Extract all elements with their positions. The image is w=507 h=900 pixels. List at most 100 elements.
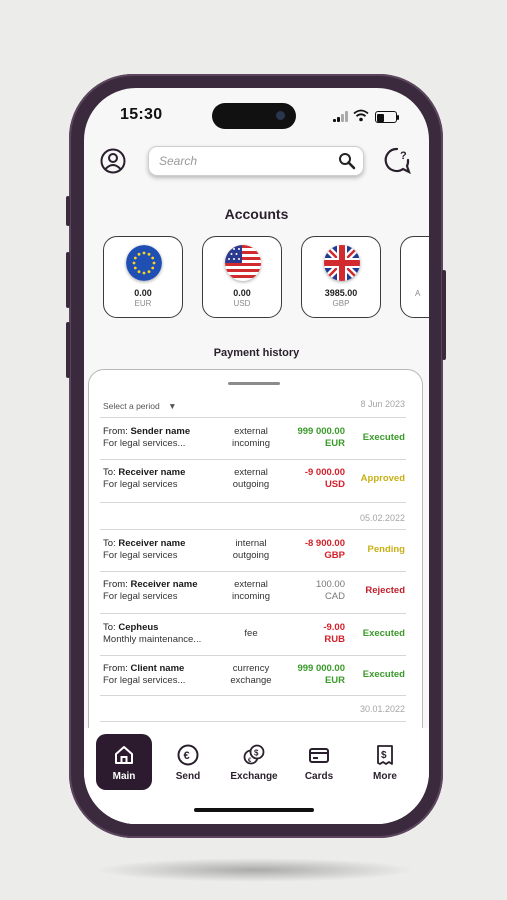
account-amount: 3985.00	[324, 288, 358, 298]
svg-text:$: $	[381, 750, 387, 761]
action-button	[66, 196, 70, 226]
transfer-type: external	[234, 579, 268, 590]
tab-label: Main	[112, 771, 136, 782]
account-card-gbp[interactable]: 3985.00 GBP	[301, 236, 381, 318]
transaction-row[interactable]: To: Cepheus Monthly maintenance... fee -…	[103, 618, 409, 658]
phone-screen: 15:30 ? Accounts	[84, 88, 429, 824]
transfer-type: internal	[235, 538, 267, 549]
battery-level	[377, 113, 384, 122]
us-flag-icon	[225, 245, 261, 281]
account-card-more[interactable]: A	[400, 236, 429, 318]
direction-label: From:	[103, 426, 128, 437]
description: For legal services	[103, 591, 178, 602]
tab-main[interactable]: Main	[96, 734, 152, 790]
svg-text:$: $	[254, 749, 259, 758]
divider	[100, 459, 406, 460]
transfer-direction: exchange	[230, 675, 272, 686]
tab-exchange[interactable]: $ € Exchange	[226, 734, 282, 790]
transfer-direction: outgoing	[232, 479, 270, 490]
transaction-row[interactable]: To: Receiver name For legal services int…	[103, 534, 409, 574]
battery-tip	[397, 115, 399, 120]
euro-coin-icon: €	[177, 744, 199, 766]
divider	[100, 502, 406, 503]
period-label: Select a period	[103, 401, 160, 411]
description: For legal services	[103, 550, 178, 561]
divider	[100, 529, 406, 530]
caret-down-icon: ▼	[168, 401, 177, 411]
accounts-title: Accounts	[224, 206, 289, 222]
account-currency: EUR	[134, 299, 152, 308]
search-input[interactable]	[157, 153, 331, 169]
profile-icon[interactable]	[100, 148, 126, 174]
party-name: Sender name	[130, 426, 191, 437]
party-name: Receiver name	[118, 467, 186, 478]
eu-flag-icon	[126, 245, 162, 281]
account-card-eur[interactable]: 0.00 EUR	[103, 236, 183, 318]
receipt-icon: $	[377, 745, 393, 765]
search-bar[interactable]	[148, 146, 364, 176]
card-icon	[309, 748, 329, 763]
amount: -8 900.00	[304, 538, 345, 549]
status-badge: Executed	[362, 669, 405, 680]
amount: 999 000.00	[297, 426, 345, 437]
transfer-direction: incoming	[231, 438, 271, 449]
tab-cards[interactable]: Cards	[291, 734, 347, 790]
transaction-row[interactable]: From: Client name For legal services... …	[103, 659, 409, 699]
date-header: 8 Jun 2023	[360, 399, 405, 409]
camera-dot	[276, 111, 285, 120]
date-header: 05.02.2022	[359, 513, 405, 523]
account-amount: 0.00	[134, 288, 152, 298]
phone-shadow	[95, 858, 415, 882]
status-badge: Executed	[362, 432, 405, 443]
divider	[100, 695, 406, 696]
transaction-row[interactable]: From: Receiver name For legal services e…	[103, 575, 409, 615]
home-icon	[115, 746, 133, 764]
drag-handle[interactable]	[228, 382, 280, 385]
direction-label: To:	[103, 467, 116, 478]
party-name: Client name	[130, 663, 185, 674]
support-chat-icon[interactable]: ?	[382, 145, 412, 175]
divider	[100, 655, 406, 656]
svg-text:?: ?	[400, 150, 407, 162]
transfer-type: currency	[232, 663, 270, 674]
payment-history-title: Payment history	[213, 347, 300, 359]
amount-currency: RUB	[324, 634, 345, 645]
amount-currency: EUR	[324, 675, 345, 686]
amount: 999 000.00	[297, 663, 345, 674]
date-header: 30.01.2022	[359, 704, 405, 714]
divider	[100, 721, 406, 722]
tab-label: Cards	[304, 771, 334, 782]
period-select[interactable]: Select a period ▼	[103, 401, 177, 411]
direction-label: From:	[103, 663, 128, 674]
account-currency: GBP	[332, 299, 350, 308]
wifi-icon	[353, 109, 369, 122]
party-name: Cepheus	[118, 622, 159, 633]
status-badge: Executed	[362, 628, 405, 639]
tab-label: Exchange	[230, 771, 278, 782]
description: For legal services...	[103, 675, 186, 686]
direction-label: To:	[103, 538, 116, 549]
transfer-direction: outgoing	[232, 550, 270, 561]
transaction-row[interactable]: To: Receiver name For legal services ext…	[103, 463, 409, 503]
description: Monthly maintenance...	[103, 634, 202, 645]
search-icon[interactable]	[338, 152, 356, 170]
volume-down-button	[66, 322, 70, 378]
exchange-coins-icon: $ €	[243, 744, 265, 765]
divider	[100, 571, 406, 572]
amount: 100.00	[315, 579, 345, 590]
status-time: 15:30	[120, 106, 163, 123]
tab-send[interactable]: € Send	[160, 734, 216, 790]
amount-currency: EUR	[324, 438, 345, 449]
volume-up-button	[66, 252, 70, 308]
account-card-usd[interactable]: 0.00 USD	[202, 236, 282, 318]
transaction-row[interactable]: From: Sender name For legal services... …	[103, 422, 409, 462]
amount: -9.00	[323, 622, 345, 633]
tab-label: More	[373, 771, 397, 782]
direction-label: To:	[103, 622, 116, 633]
transfer-type: fee	[244, 628, 258, 639]
status-badge: Approved	[360, 473, 405, 484]
status-badge: Rejected	[365, 585, 405, 596]
tab-more[interactable]: $ More	[357, 734, 413, 790]
account-currency: USD	[233, 299, 251, 308]
account-amount: 0.00	[233, 288, 251, 298]
